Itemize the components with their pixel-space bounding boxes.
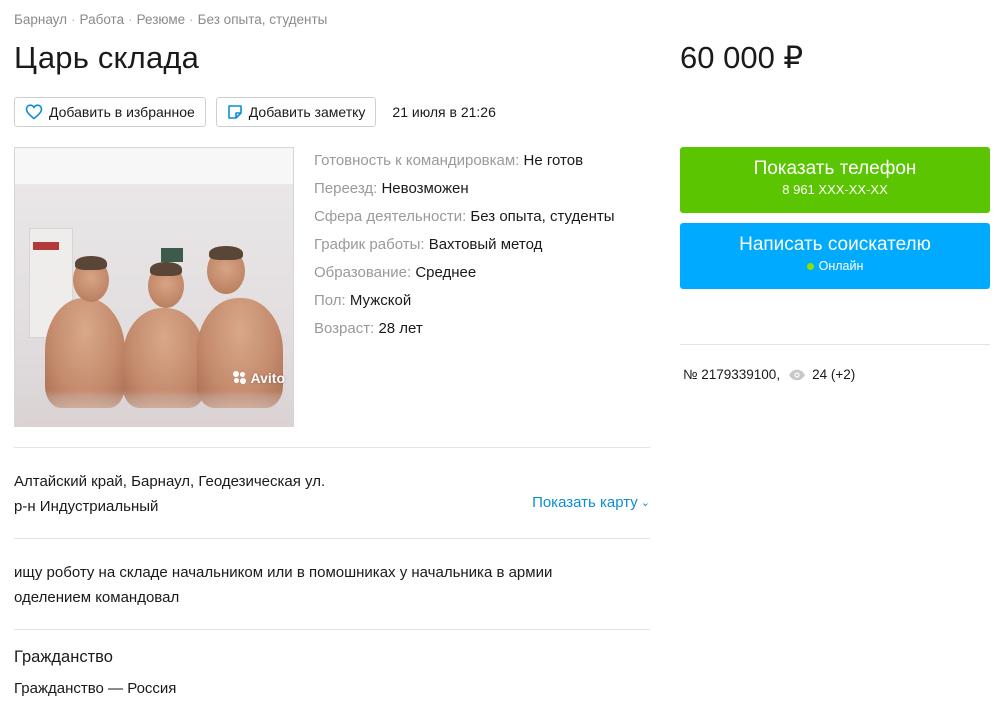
description-line: оделением командовал	[14, 589, 180, 606]
param-row-field: Сфера деятельности: Без опыта, студенты	[314, 203, 615, 231]
show-map-link[interactable]: Показать карту ⌄	[532, 494, 650, 511]
breadcrumb-item-category[interactable]: Без опыта, студенты	[198, 12, 328, 27]
divider	[14, 538, 650, 539]
param-row-travel: Готовность к командировкам: Не готов	[314, 147, 615, 175]
chevron-down-icon: ⌄	[640, 497, 650, 509]
breadcrumb-item-resume[interactable]: Резюме	[137, 12, 186, 27]
param-value: Вахтовый метод	[428, 236, 543, 253]
address-line: Алтайский край, Барнаул, Геодезическая у…	[14, 473, 326, 490]
show-map-label: Показать карту	[532, 494, 638, 511]
resume-photo[interactable]: Avito	[14, 147, 294, 427]
address-district: р-н Индустриальный	[14, 498, 159, 515]
breadcrumb-item-city[interactable]: Барнаул	[14, 12, 67, 27]
param-row-relocation: Переезд: Невозможен	[314, 175, 615, 203]
breadcrumb-separator: ·	[71, 12, 76, 27]
ad-meta: № 2179339100, 24 (+2)	[683, 367, 855, 382]
photo-ceiling	[15, 148, 293, 184]
param-row-schedule: График работы: Вахтовый метод	[314, 231, 615, 259]
online-status: Онлайн	[680, 259, 990, 273]
param-value: Без опыта, студенты	[470, 208, 615, 225]
eye-icon	[789, 369, 806, 380]
address: Алтайский край, Барнаул, Геодезическая у…	[14, 469, 325, 519]
param-row-education: Образование: Среднее	[314, 259, 615, 287]
masked-phone: 8 961 XXX-XX-XX	[782, 182, 888, 197]
add-to-favorites-label: Добавить в избранное	[49, 104, 195, 120]
param-label: Возраст:	[314, 320, 375, 337]
param-row-gender: Пол: Мужской	[314, 287, 615, 315]
note-icon	[227, 105, 242, 119]
param-label: Переезд:	[314, 180, 378, 197]
ad-number: № 2179339100,	[683, 367, 781, 382]
price: 60 000 ₽	[680, 40, 804, 75]
breadcrumb-item-work[interactable]: Работа	[80, 12, 125, 27]
photo-person	[45, 298, 125, 408]
photo-person-hair	[209, 246, 243, 260]
avito-logo-icon	[232, 371, 247, 385]
breadcrumb: Барнаул · Работа · Резюме · Без опыта, студент…	[14, 12, 327, 27]
publish-date: 21 июля в 21:26	[392, 104, 496, 120]
heart-icon	[25, 104, 43, 120]
param-row-age: Возраст: 28 лет	[314, 315, 615, 343]
param-label: Пол:	[314, 292, 346, 309]
divider	[680, 344, 990, 345]
add-note-label: Добавить заметку	[248, 104, 366, 120]
photo-person	[197, 298, 283, 408]
online-dot-icon	[806, 262, 814, 270]
photo-person-hair	[75, 256, 107, 270]
param-value: Мужской	[349, 292, 412, 309]
breadcrumb-separator: ·	[189, 12, 194, 27]
avito-watermark-text: Avito	[250, 370, 285, 386]
param-label: График работы:	[314, 236, 425, 253]
show-phone-label: Показать телефон	[753, 158, 917, 179]
view-count: 24 (+2)	[812, 367, 856, 382]
breadcrumb-separator: ·	[128, 12, 133, 27]
write-to-applicant-button[interactable]: Написать соискателю Онлайн	[680, 223, 990, 289]
description-line: ищу роботу на складе начальником или в п…	[14, 564, 553, 581]
resume-params: Готовность к командировкам: Не готов Пер…	[314, 147, 615, 343]
param-label: Сфера деятельности:	[314, 208, 467, 225]
divider	[14, 447, 650, 448]
param-value: Среднее	[415, 264, 477, 281]
avito-watermark: Avito	[232, 370, 285, 386]
action-bar: Добавить в избранное Добавить заметку 21…	[14, 97, 496, 127]
param-label: Готовность к командировкам:	[314, 152, 520, 169]
divider	[14, 629, 650, 630]
citizenship-value: Гражданство — Россия	[14, 680, 177, 697]
write-to-applicant-label: Написать соискателю	[739, 234, 931, 255]
photo-person-hair	[150, 262, 182, 276]
page-title: Царь склада	[14, 40, 200, 75]
citizenship-title: Гражданство	[14, 648, 113, 666]
param-value: 28 лет	[378, 320, 423, 337]
photo-red-sign	[33, 242, 59, 250]
show-phone-button[interactable]: Показать телефон 8 961 XXX-XX-XX	[680, 147, 990, 213]
param-value: Невозможен	[381, 180, 469, 197]
add-note-button[interactable]: Добавить заметку	[215, 97, 377, 127]
add-to-favorites-button[interactable]: Добавить в избранное	[14, 97, 206, 127]
param-label: Образование:	[314, 264, 412, 281]
online-status-label: Онлайн	[818, 259, 864, 273]
photo-blurred-area	[15, 393, 293, 426]
photo-exit-sign	[161, 248, 183, 262]
description: ищу роботу на складе начальником или в п…	[14, 560, 634, 610]
param-value: Не готов	[523, 152, 584, 169]
